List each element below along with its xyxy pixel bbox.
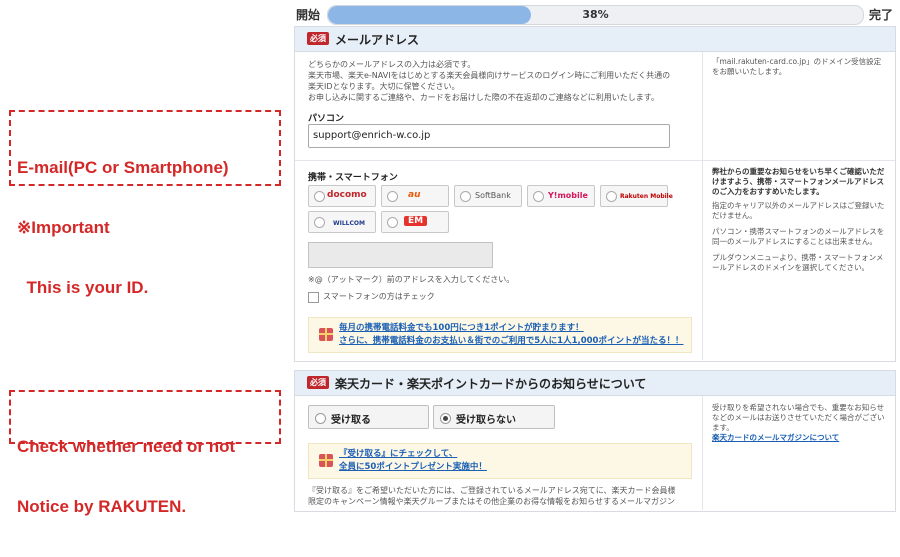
gift-icon: [319, 454, 333, 467]
carrier-willcom[interactable]: WILLCOM: [308, 211, 376, 233]
callout-line: This is your ID.: [17, 278, 149, 297]
email-section-header: 必須 メールアドレス: [295, 27, 895, 52]
radio-icon: [533, 191, 544, 202]
rakuten-mobile-logo: Rakuten Mobile: [620, 193, 673, 200]
side-note-line: 指定のキャリア以外のメールアドレスはご登録いた: [712, 201, 885, 210]
side-note-line: 同一のメールアドレスにすることは出来ません。: [712, 237, 877, 246]
mobile-email-label: 携帯・スマートフォン: [308, 173, 398, 183]
side-note-line: 「mail.rakuten-card.co.jp」のドメイン受信設定: [712, 57, 882, 66]
radio-selected-icon: [440, 413, 451, 424]
pc-email-label: パソコン: [308, 114, 345, 124]
ymobile-logo: Y!mobile: [548, 191, 588, 200]
progress-bar: 38%: [327, 5, 864, 25]
required-badge: 必須: [307, 376, 329, 389]
mobile-email-input[interactable]: [308, 242, 493, 268]
body-line: 『受け取る』をご希望いただいた方には、ご登録されているメールアドレス宛てに、楽天…: [308, 486, 676, 495]
side-note-line: だけません。: [712, 211, 757, 220]
desc-line: 楽天IDとなります。大切に保管ください。: [308, 82, 460, 91]
promo-link[interactable]: さらに、携帯電話料金のお支払い＆街でのご利用で5人に1人1,000ポイントが当た…: [339, 335, 683, 348]
column-divider: [702, 396, 703, 510]
promo-link[interactable]: 全員に50ポイントプレゼント実施中！: [339, 461, 487, 474]
side-note-line: をお願いいたします。: [712, 67, 787, 76]
notice-section-header: 必須 楽天カード・楽天ポイントカードからのお知らせについて: [295, 371, 895, 396]
carrier-ymobile[interactable]: Y!mobile: [527, 185, 595, 207]
pc-side-note: 「mail.rakuten-card.co.jp」のドメイン受信設定 をお願いい…: [712, 57, 890, 77]
desc-line: お申し込みに関するご連絡や、カードをお届けした際の不在返却のご連絡などに利用いた…: [308, 93, 659, 102]
desc-line: 楽天市場、楽天e-NAVIをはじめとする楽天会員様向けサービスのログイン時にご利…: [308, 71, 671, 80]
softbank-logo: SoftBank: [475, 191, 511, 200]
carrier-docomo[interactable]: docomo: [308, 185, 376, 207]
email-section: 必須 メールアドレス どちらかのメールアドレスの入力は必須です。 楽天市場、楽天…: [294, 26, 896, 362]
docomo-logo: docomo: [327, 190, 367, 200]
carrier-rakuten-mobile[interactable]: Rakuten Mobile: [600, 185, 673, 207]
carrier-softbank[interactable]: SoftBank: [454, 185, 522, 207]
progress-end-label: 完了: [869, 8, 894, 22]
side-note-line: ールアドレスのドメインを選択してください。: [712, 263, 870, 272]
em-logo: EM: [404, 216, 428, 226]
option-receive-label: 受け取る: [331, 415, 371, 426]
mail-magazine-link[interactable]: 楽天カードのメールマガジンについて: [712, 433, 890, 443]
willcom-logo: WILLCOM: [333, 220, 365, 227]
notice-body: 『受け取る』をご希望いただいた方には、ご登録されているメールアドレス宛てに、楽天…: [308, 485, 700, 507]
desc-line: どちらかのメールアドレスの入力は必須です。: [308, 60, 476, 69]
option-receive[interactable]: 受け取る: [308, 405, 429, 429]
row-divider: [295, 160, 895, 161]
notice-side-note: 受け取りを希望されない場合でも、重要なお知らせ などのメールはお送りさせていただ…: [712, 403, 890, 443]
callout-line: Check whether need or not: [17, 437, 236, 456]
callout-line: Notice by RAKUTEN.: [17, 497, 187, 516]
smartphone-check-label: スマートフォンの方はチェック: [323, 292, 435, 301]
body-line: 限定のキャンペーン情報や楽天グループまたはその他企業のお得な情報をお知らせするメ…: [308, 497, 675, 506]
mobile-promo-banner: 毎月の携帯電話料金でも100円につき1ポイントが貯まります！ さらに、携帯電話料…: [308, 317, 692, 353]
side-note-line: 受け取りを希望されない場合でも、重要なお知らせ: [712, 403, 885, 412]
radio-icon: [387, 217, 398, 228]
required-badge: 必須: [307, 32, 329, 45]
email-description: どちらかのメールアドレスの入力は必須です。 楽天市場、楽天e-NAVIをはじめと…: [308, 59, 698, 103]
column-divider: [702, 52, 703, 360]
side-note-line: ます。: [712, 423, 734, 432]
notice-section: 必須 楽天カード・楽天ポイントカードからのお知らせについて 受け取る 受け取らな…: [294, 370, 896, 512]
gift-icon: [319, 328, 333, 341]
side-note-line: 弊社からの重要なお知らせをいち早くご確認いただ: [712, 167, 885, 176]
email-section-title: メールアドレス: [335, 33, 420, 47]
carrier-em[interactable]: EM: [381, 211, 449, 233]
side-note-line: パソコン・携帯スマートフォンのメールアドレスを: [712, 227, 885, 236]
au-logo: au: [408, 190, 421, 200]
radio-icon: [606, 191, 617, 202]
email-callout: E-mail(PC or Smartphone) ※Important This…: [9, 110, 281, 297]
smartphone-checkbox[interactable]: [308, 292, 319, 303]
notice-promo-banner: 『受け取る』にチェックして、 全員に50ポイントプレゼント実施中！: [308, 443, 692, 479]
pc-email-input[interactable]: support@enrich-w.co.jp: [308, 124, 670, 148]
callout-line: E-mail(PC or Smartphone): [17, 158, 229, 177]
callout-line: ※Important: [17, 218, 110, 237]
promo-link[interactable]: 毎月の携帯電話料金でも100円につき1ポイントが貯まります！: [339, 322, 683, 335]
progress-start-label: 開始: [296, 8, 321, 22]
side-note-line: プルダウンメニューより、携帯・スマートフォンメ: [712, 253, 884, 262]
option-not-receive[interactable]: 受け取らない: [433, 405, 555, 429]
radio-icon: [315, 413, 326, 424]
radio-icon: [460, 191, 471, 202]
carrier-au[interactable]: au: [381, 185, 449, 207]
radio-icon: [387, 191, 398, 202]
radio-icon: [314, 217, 325, 228]
notice-section-title: 楽天カード・楽天ポイントカードからのお知らせについて: [335, 377, 647, 391]
radio-icon: [314, 191, 325, 202]
mobile-side-note: 弊社からの重要なお知らせをいち早くご確認いただ けますよう、携帯・スマートフォン…: [712, 167, 890, 273]
side-note-line: のご入力をおすすめいたします。: [712, 187, 824, 196]
mobile-hint: ※@（アットマーク）前のアドレスを入力してください。: [308, 275, 515, 284]
option-not-receive-label: 受け取らない: [456, 415, 516, 426]
progress-percent: 38%: [582, 8, 609, 21]
side-note-line: けますよう、携帯・スマートフォンメールアドレス: [712, 177, 885, 186]
promo-link[interactable]: 『受け取る』にチェックして、: [339, 448, 487, 461]
side-note-line: などのメールはお送りさせていただく場合がござい: [712, 413, 885, 422]
notice-callout: Check whether need or not Notice by RAKU…: [9, 390, 281, 516]
